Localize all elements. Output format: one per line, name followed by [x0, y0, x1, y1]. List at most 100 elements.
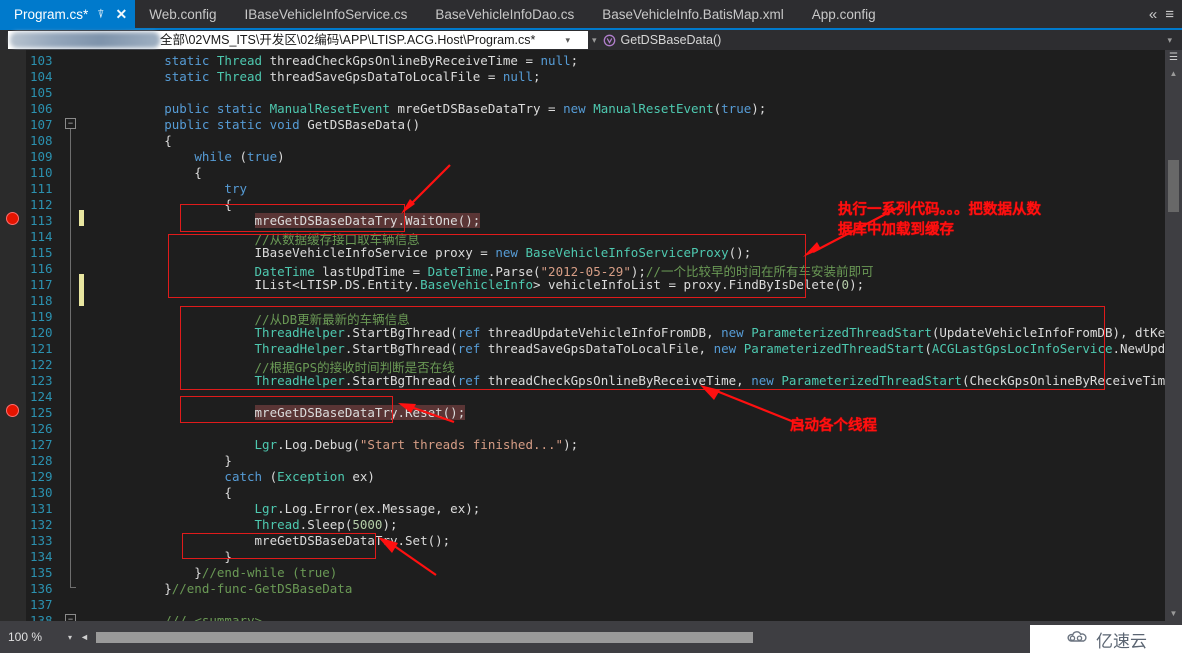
- code-token: mreGetDSBaseDataTry.Set();: [104, 533, 451, 548]
- scroll-down-arrow-icon[interactable]: ▼: [1165, 606, 1182, 621]
- code-editor[interactable]: 103 static Thread threadCheckGpsOnlineBy…: [0, 50, 1182, 621]
- code-line[interactable]: catch (Exception ex): [104, 469, 375, 484]
- code-token: catch: [224, 469, 270, 484]
- horizontal-scrollbar[interactable]: [92, 629, 1182, 645]
- tab-app-config[interactable]: App.config: [798, 0, 890, 28]
- line-number: 127: [30, 437, 53, 452]
- line-number: 128: [30, 453, 53, 468]
- code-token: ();: [728, 245, 752, 260]
- code-token: new: [721, 325, 752, 340]
- tab-ibasevehicleinfoservice-cs[interactable]: IBaseVehicleInfoService.cs: [231, 0, 422, 28]
- tab-program-cs[interactable]: Program.cs* ⍒ ✕: [0, 0, 136, 28]
- line-number: 122: [30, 357, 53, 372]
- line-number: 117: [30, 277, 53, 292]
- navigation-bar: 全部\02VMS_ITS\开发区\02编码\APP\LTISP.ACG.Host…: [0, 30, 1182, 50]
- annotation-note-start-threads: 启动各个线程: [790, 418, 877, 434]
- line-number: 115: [30, 245, 53, 260]
- code-line[interactable]: try: [104, 181, 247, 196]
- code-token: ;: [570, 53, 579, 68]
- tab-web-config[interactable]: Web.config: [135, 0, 230, 28]
- code-line[interactable]: IBaseVehicleInfoService proxy = new Base…: [104, 245, 752, 260]
- fold-toggle-107[interactable]: −: [65, 118, 76, 129]
- code-line[interactable]: ThreadHelper.StartBgThread(ref threadChe…: [104, 373, 1182, 388]
- code-line[interactable]: Thread.Sleep(5000);: [104, 517, 398, 532]
- code-token: threadCheckGpsOnlineByReceiveTime,: [487, 373, 752, 388]
- code-token: ACGLastGpsLocInfoService: [931, 341, 1113, 356]
- zoom-level-value: 100 %: [8, 630, 43, 644]
- chevron-down-icon[interactable]: ▾: [565, 31, 570, 49]
- code-token: threadUpdateVehicleInfoFromDB,: [487, 325, 722, 340]
- code-line[interactable]: IList<LTISP.DS.Entity.BaseVehicleInfo> v…: [104, 277, 865, 292]
- code-token: }: [104, 453, 232, 468]
- vertical-scroll-thumb[interactable]: [1168, 160, 1179, 212]
- code-token: (: [239, 149, 247, 164]
- line-number: 135: [30, 565, 53, 580]
- code-token: ThreadHelper: [254, 341, 345, 356]
- code-line[interactable]: /// <summary>: [104, 613, 262, 621]
- code-token: (: [924, 341, 932, 356]
- current-member-name[interactable]: GetDSBaseData(): [621, 33, 722, 47]
- annotation-note-load-cache: 执行一系列代码。。。把数据从数 据库中加载到缓存: [838, 202, 1041, 238]
- code-line[interactable]: ThreadHelper.StartBgThread(ref threadUpd…: [104, 325, 1182, 340]
- code-line[interactable]: }//end-func-GetDSBaseData: [104, 581, 352, 596]
- code-token: /// <summary>: [164, 613, 263, 621]
- code-line[interactable]: public static void GetDSBaseData(): [104, 117, 420, 132]
- editor-split-handle[interactable]: ☰: [1165, 50, 1182, 66]
- hscroll-left-arrow-icon[interactable]: ◄: [80, 632, 89, 642]
- code-token: new: [495, 245, 526, 260]
- code-line[interactable]: }: [104, 549, 232, 564]
- code-line[interactable]: {: [104, 165, 202, 180]
- code-line[interactable]: {: [104, 197, 232, 212]
- code-line[interactable]: }//end-while (true): [104, 565, 337, 580]
- code-token: Lgr: [254, 501, 278, 516]
- code-line[interactable]: Lgr.Log.Error(ex.Message, ex);: [104, 501, 481, 516]
- scroll-up-arrow-icon[interactable]: ▲: [1165, 66, 1182, 81]
- code-line[interactable]: ThreadHelper.StartBgThread(ref threadSav…: [104, 341, 1182, 356]
- fold-toggle-138[interactable]: −: [65, 614, 76, 621]
- code-line[interactable]: static Thread threadCheckGpsOnlineByRece…: [104, 53, 578, 68]
- breakpoint-gutter[interactable]: [0, 50, 26, 621]
- tab-list-dropdown-icon[interactable]: ≡: [1165, 6, 1174, 23]
- code-token: new: [751, 373, 782, 388]
- type-dropdown-caret-icon[interactable]: ▾: [592, 35, 597, 46]
- zoom-level-dropdown[interactable]: 100 % ▾: [4, 626, 76, 648]
- editor-vertical-scrollbar[interactable]: ▲ ▼: [1165, 50, 1182, 621]
- code-line[interactable]: mreGetDSBaseDataTry.Set();: [104, 533, 451, 548]
- close-icon[interactable]: ✕: [113, 7, 129, 21]
- member-dropdown-caret-icon[interactable]: ▾: [1167, 35, 1172, 46]
- breakpoint-line-125[interactable]: [6, 404, 19, 417]
- line-number: 124: [30, 389, 53, 404]
- code-line[interactable]: public static ManualResetEvent mreGetDSB…: [104, 101, 766, 116]
- code-line[interactable]: mreGetDSBaseDataTry.Reset();: [104, 405, 466, 420]
- code-line[interactable]: {: [104, 133, 172, 148]
- chevron-left-overflow-icon[interactable]: «: [1149, 6, 1157, 23]
- code-line[interactable]: static Thread threadSaveGpsDataToLocalFi…: [104, 69, 540, 84]
- code-token: Thread: [216, 53, 263, 68]
- file-path-field[interactable]: 全部\02VMS_ITS\开发区\02编码\APP\LTISP.ACG.Host…: [8, 31, 588, 49]
- breakpoint-line-113[interactable]: [6, 212, 19, 225]
- code-token: mreGetDSBaseDataTry.Reset();: [254, 405, 466, 420]
- tab-label: App.config: [811, 6, 876, 22]
- change-marker-117-118: [79, 274, 84, 306]
- code-token: IList<LTISP.DS.Entity.: [254, 277, 421, 292]
- outlining-end-tick: [70, 587, 76, 588]
- horizontal-scroll-thumb[interactable]: [95, 631, 753, 643]
- tab-basevehicleinfodao-cs[interactable]: BaseVehicleInfoDao.cs: [421, 0, 588, 28]
- pin-icon[interactable]: ⍒: [95, 8, 106, 20]
- tab-basevehicleinfo-batismap-xml[interactable]: BaseVehicleInfo.BatisMap.xml: [588, 0, 798, 28]
- code-line[interactable]: }: [104, 453, 232, 468]
- code-line[interactable]: mreGetDSBaseDataTry.WaitOne();: [104, 213, 481, 228]
- code-line[interactable]: while (true): [104, 149, 284, 164]
- code-line[interactable]: {: [104, 485, 232, 500]
- code-line[interactable]: Lgr.Log.Debug("Start threads finished...…: [104, 437, 579, 452]
- chevron-down-icon[interactable]: ▾: [68, 633, 72, 642]
